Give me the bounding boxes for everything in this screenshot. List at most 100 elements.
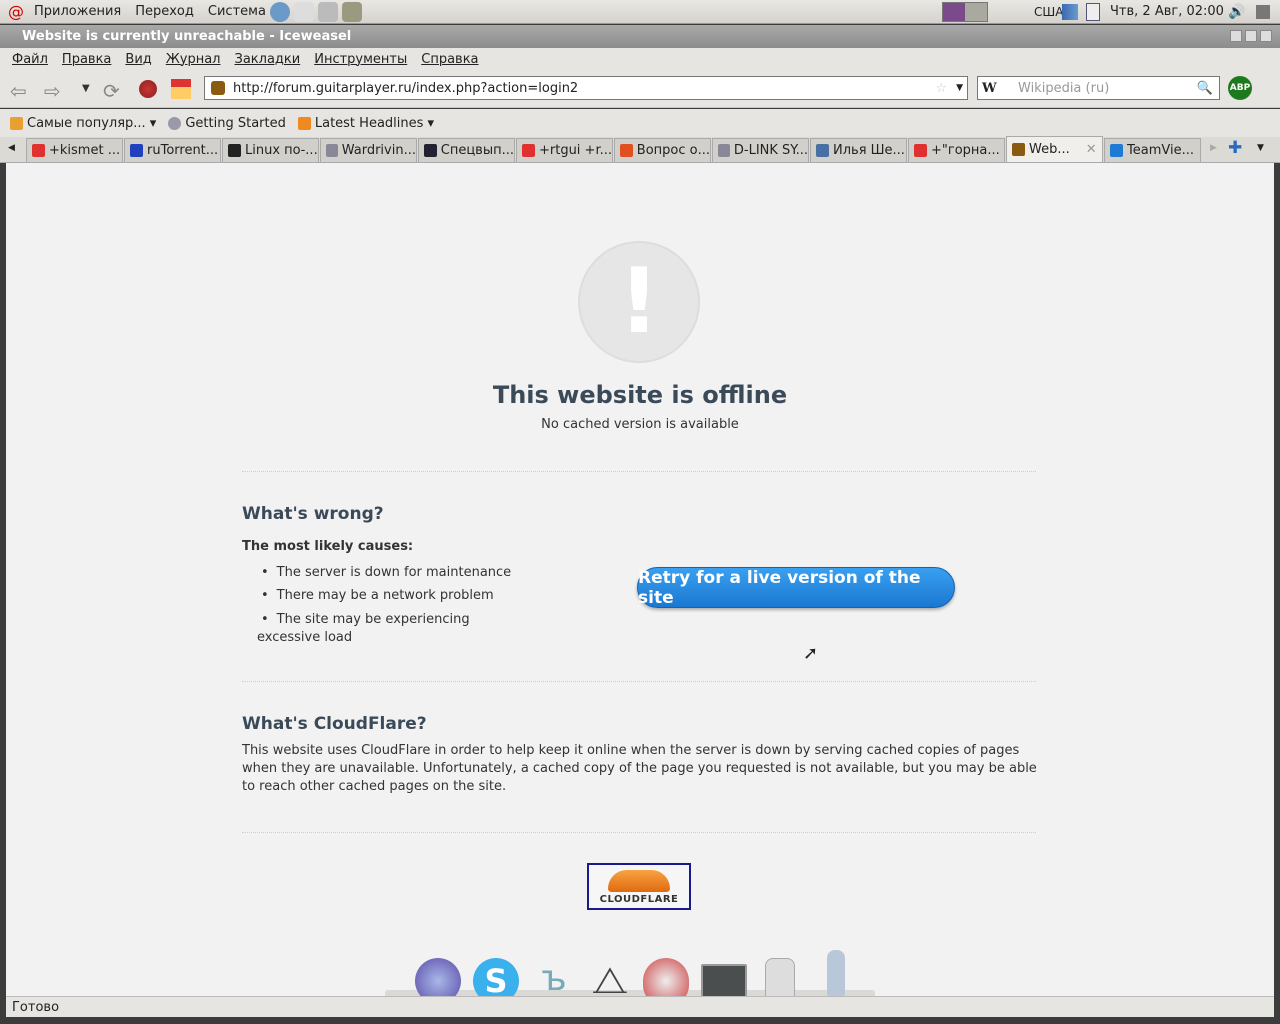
page-content: ! This website is offline No cached vers… [6, 163, 1274, 996]
minimize-button[interactable] [1230, 30, 1242, 42]
tab-label: Linux по-... [245, 143, 318, 158]
tab-favicon-icon [816, 144, 829, 157]
menu-edit[interactable]: Правка [62, 52, 111, 67]
tab[interactable]: Вопрос о... [614, 138, 711, 162]
show-desktop-icon[interactable] [1256, 5, 1270, 19]
window-title: Website is currently unreachable - Icewe… [22, 29, 352, 44]
iceweasel-dock-icon[interactable] [415, 958, 461, 996]
site-identity-icon[interactable] [211, 81, 225, 95]
adblock-plus-button[interactable]: ABP [1228, 76, 1252, 100]
stop-button[interactable] [139, 80, 157, 98]
tab[interactable]: Илья Ше... [810, 138, 907, 162]
cause-item: The server is down for maintenance [257, 561, 517, 584]
bookmark-latest-headlines[interactable]: Latest Headlines ▾ [297, 116, 434, 131]
network-icon[interactable] [1062, 4, 1078, 20]
menu-applications[interactable]: Приложения [34, 4, 121, 19]
tab[interactable]: TeamVie... [1104, 138, 1201, 162]
menu-bar: Файл Правка Вид Журнал Закладки Инструме… [0, 48, 1280, 70]
menu-history[interactable]: Журнал [166, 52, 221, 67]
menu-view[interactable]: Вид [125, 52, 151, 67]
metronome-dock-icon[interactable]: ⧍ [587, 958, 633, 996]
menu-help[interactable]: Справка [421, 52, 478, 67]
browser-launcher-icon[interactable] [269, 1, 290, 22]
top-panel: @ Приложения Переход Система США Чтв, 2 … [0, 0, 1280, 24]
retry-button[interactable]: Retry for a live version of the site [637, 567, 955, 608]
tab-scroll-right[interactable]: ▶ [1210, 143, 1217, 153]
search-engine-button[interactable]: W [982, 81, 997, 96]
menu-places[interactable]: Переход [135, 4, 194, 19]
tab-favicon-icon [522, 144, 535, 157]
menu-system[interactable]: Система [208, 4, 266, 19]
status-text: Готово [12, 999, 60, 1015]
tab[interactable]: ruTorrent... [124, 138, 221, 162]
tab-label: ruTorrent... [147, 143, 219, 158]
workspace-switcher[interactable] [942, 2, 988, 22]
window-titlebar[interactable]: Website is currently unreachable - Icewe… [0, 25, 1280, 48]
tab-label: Вопрос о... [636, 143, 710, 158]
reload-button[interactable]: ⟳ [103, 79, 120, 103]
terminal-dock-icon[interactable] [701, 964, 747, 996]
back-button[interactable]: ⇦ [10, 79, 27, 103]
tab-label: Web... [1029, 142, 1070, 157]
debian-logo-icon[interactable]: @ [8, 2, 24, 21]
skype-dock-icon[interactable]: S [473, 958, 519, 996]
page-subtitle: No cached version is available [541, 417, 739, 432]
tab-list-dropdown[interactable]: ▼ [1257, 143, 1264, 153]
tab[interactable]: Wardrivin... [320, 138, 417, 162]
close-button[interactable] [1260, 30, 1272, 42]
tab-favicon-icon [424, 144, 437, 157]
bookmark-getting-started[interactable]: Getting Started [168, 116, 286, 131]
url-dropdown-icon[interactable]: ▼ [956, 83, 963, 93]
tab-label: +"горна... [931, 143, 1000, 158]
menu-file[interactable]: Файл [12, 52, 48, 67]
keyboard-layout[interactable]: США [1034, 5, 1063, 19]
maximize-button[interactable] [1245, 30, 1257, 42]
tab[interactable]: +kismet ... [26, 138, 123, 162]
document-viewer-dock-icon[interactable] [827, 950, 845, 996]
new-tab-button[interactable]: ✚ [1228, 138, 1242, 158]
divider [242, 681, 1036, 682]
tab-favicon-icon [32, 144, 45, 157]
tab-label: +kismet ... [49, 143, 121, 158]
tab-favicon-icon [620, 144, 633, 157]
tab-label: +rtgui +r... [538, 143, 612, 158]
tab-close-icon[interactable]: ✕ [1086, 142, 1097, 157]
forward-button[interactable]: ⇨ [44, 79, 61, 103]
battery-icon[interactable] [1086, 3, 1100, 21]
search-input[interactable]: W Wikipedia (ru) 🔍 [977, 76, 1220, 100]
home-button[interactable] [171, 79, 191, 99]
bookmark-most-visited[interactable]: Самые популяр... ▾ [10, 116, 156, 131]
dock: S ъ ⧍ [385, 950, 875, 996]
cause-item: There may be a network problem [257, 584, 517, 607]
cloudflare-logo[interactable]: CLOUDFLARE [587, 863, 691, 910]
search-icon[interactable]: 🔍 [1197, 81, 1213, 96]
divider [242, 832, 1036, 833]
burner-dock-icon[interactable] [643, 958, 689, 996]
clock[interactable]: Чтв, 2 Авг, 02:00 [1110, 4, 1224, 19]
folder-icon [10, 116, 23, 130]
url-input[interactable]: http://forum.guitarplayer.ru/index.php?a… [204, 76, 968, 100]
page-icon [168, 116, 182, 130]
tab-bar: ◀ +kismet ... ruTorrent... Linux по-... War… [0, 136, 1280, 163]
settings-launcher-icon[interactable] [317, 1, 338, 22]
causes-label: The most likely causes: [242, 539, 414, 554]
file-cabinet-dock-icon[interactable] [765, 958, 795, 996]
volume-icon[interactable]: 🔊 [1228, 4, 1245, 20]
bookmarks-toolbar: Самые популяр... ▾ Getting Started Lates… [0, 109, 1280, 137]
history-dropdown-icon[interactable]: ▼ [82, 83, 90, 94]
tab-scroll-left[interactable]: ◀ [8, 143, 15, 153]
tab-favicon-icon [1012, 143, 1025, 156]
menu-tools[interactable]: Инструменты [314, 52, 407, 67]
tab[interactable]: D-LINK SY... [712, 138, 809, 162]
screenshot-launcher-icon[interactable] [341, 1, 362, 22]
mail-launcher-icon[interactable] [293, 1, 314, 22]
tab[interactable]: +rtgui +r... [516, 138, 613, 162]
bookmark-star-icon[interactable]: ☆ [935, 81, 947, 96]
tab[interactable]: Web... ✕ [1006, 136, 1103, 162]
tab[interactable]: Linux по-... [222, 138, 319, 162]
tab-favicon-icon [130, 144, 143, 157]
bluetooth-dock-icon[interactable]: ъ [531, 958, 577, 996]
tab[interactable]: +"горна... [908, 138, 1005, 162]
menu-bookmarks[interactable]: Закладки [235, 52, 301, 67]
tab[interactable]: Спецвып... [418, 138, 515, 162]
